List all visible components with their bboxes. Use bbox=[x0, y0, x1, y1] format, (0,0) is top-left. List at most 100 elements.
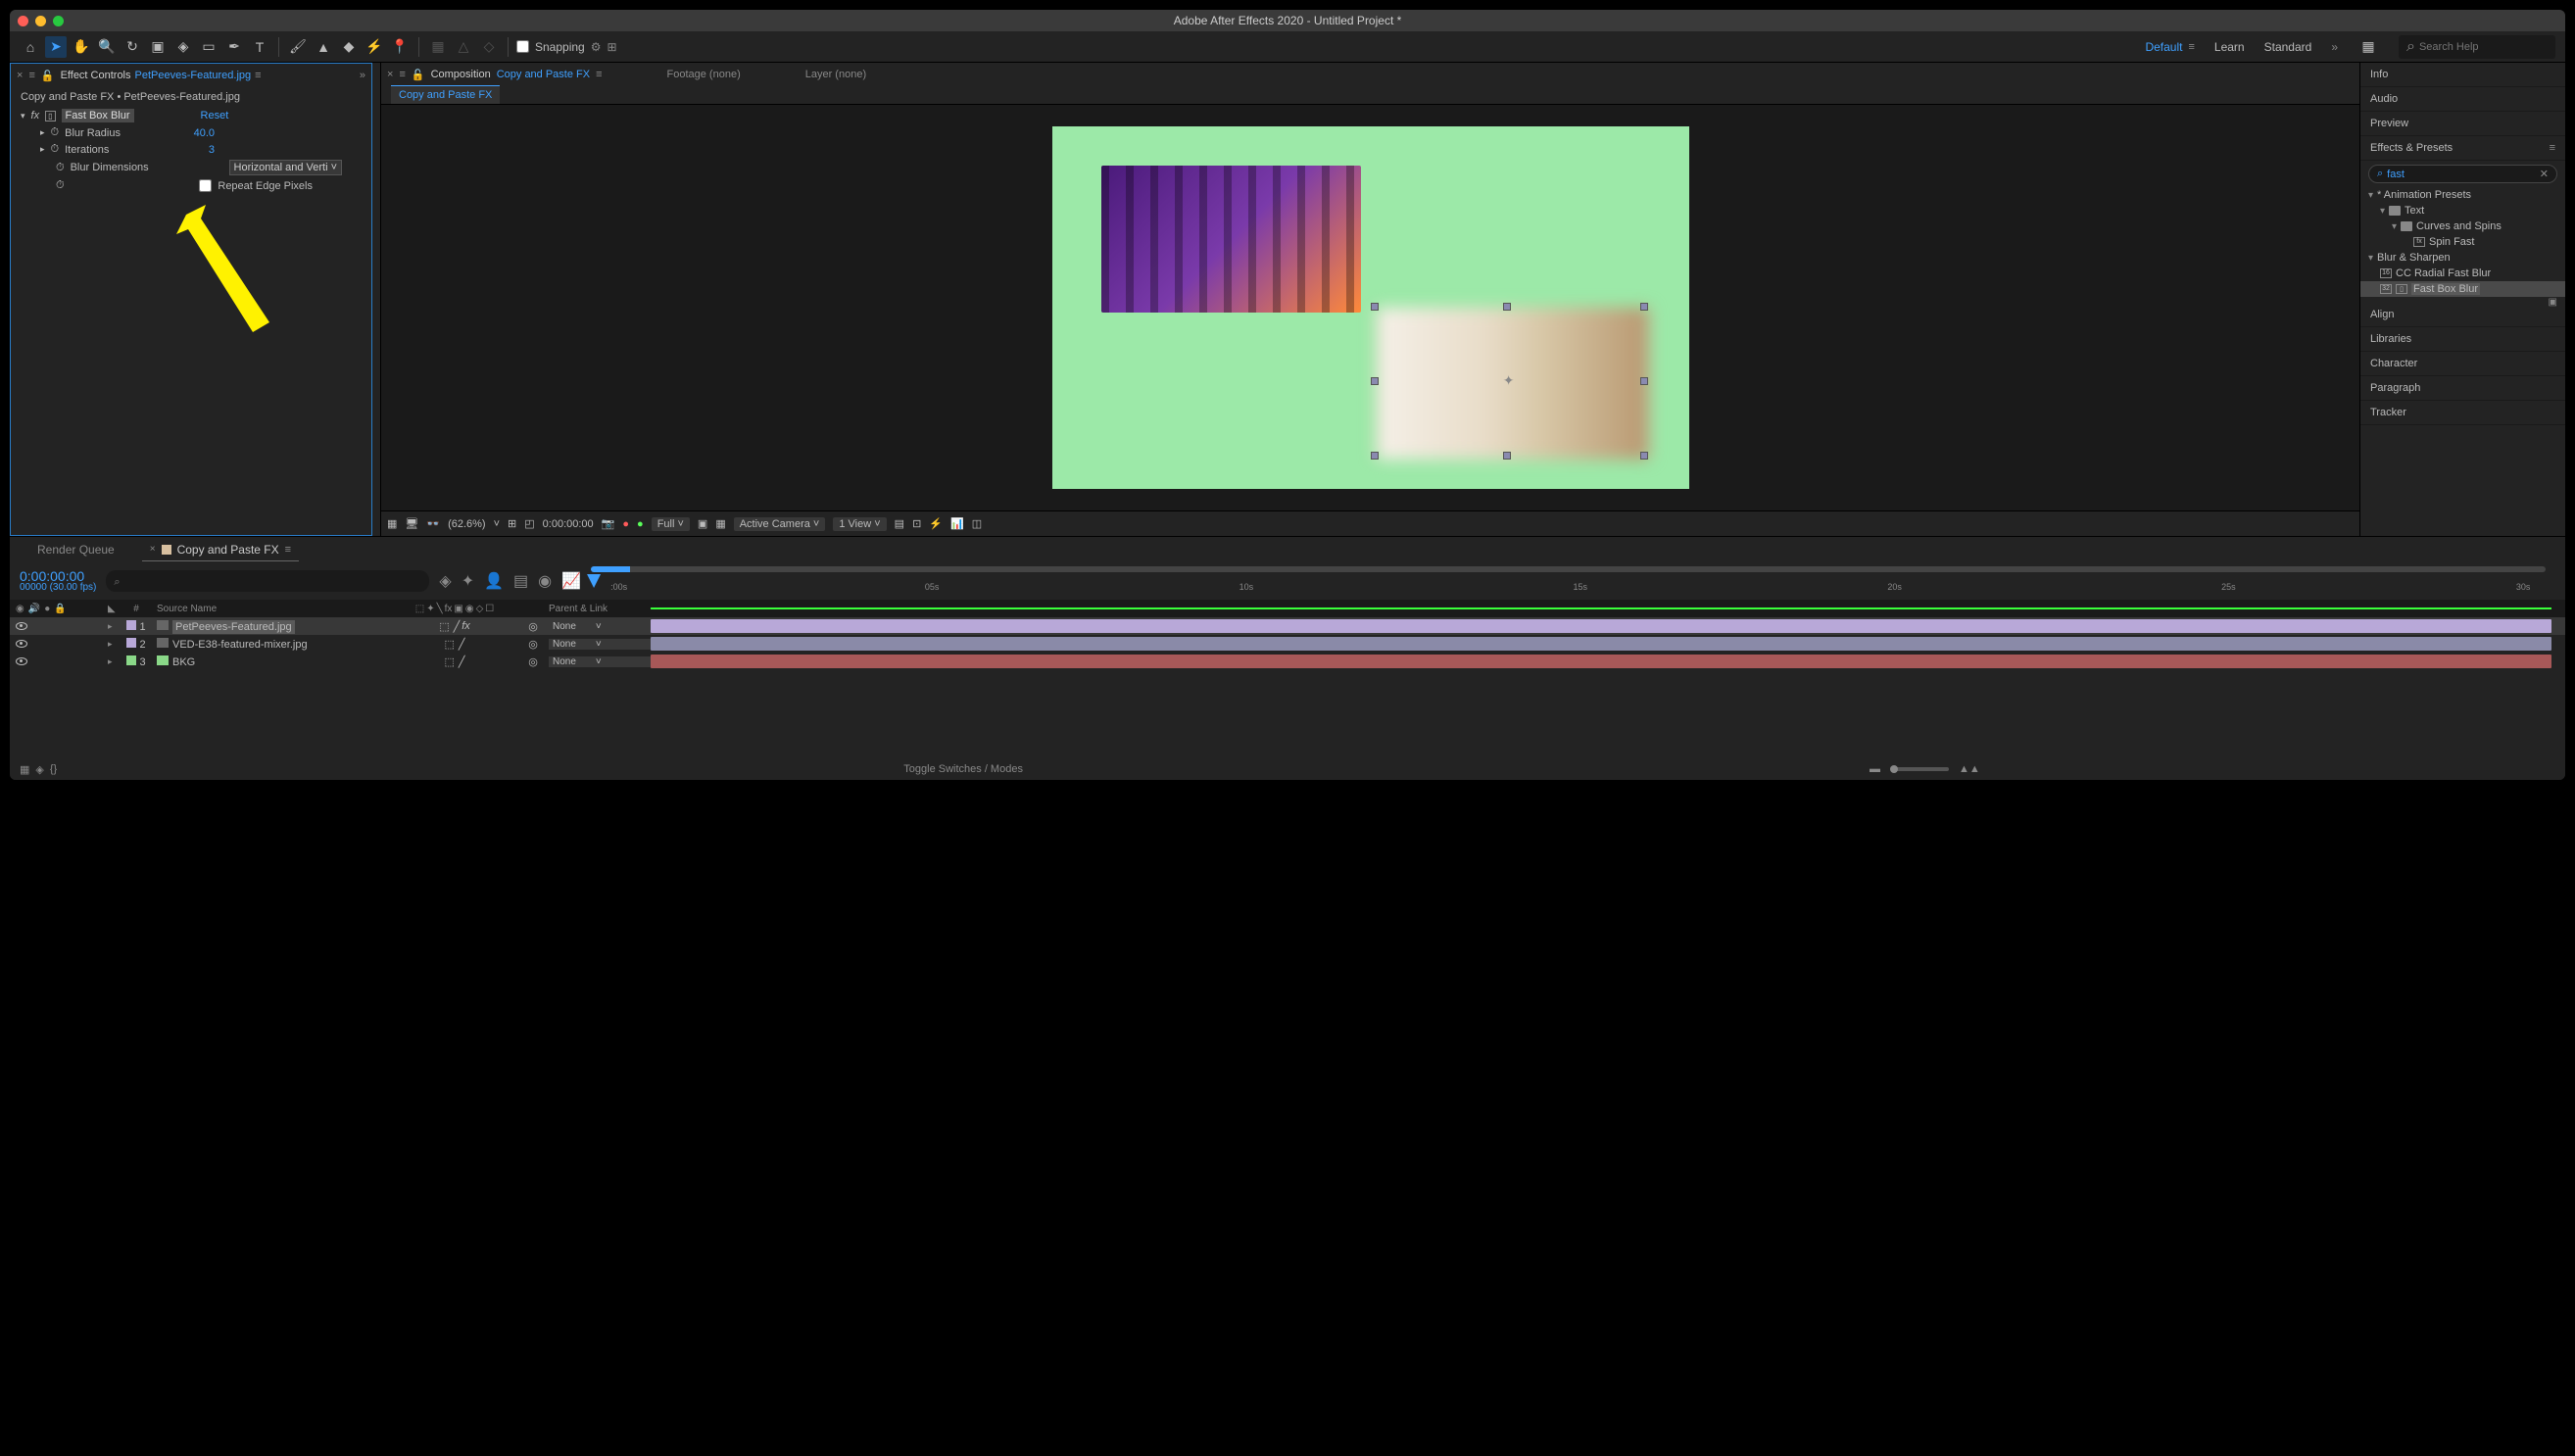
tracker-panel-header[interactable]: Tracker bbox=[2360, 401, 2565, 425]
maximize-button[interactable] bbox=[53, 16, 64, 26]
pen-tool-icon[interactable]: ✒ bbox=[223, 36, 245, 58]
snapping-toggle[interactable]: Snapping ⚙ ⊞ bbox=[516, 40, 617, 54]
eraser-tool-icon[interactable]: ◆ bbox=[338, 36, 360, 58]
reset-link[interactable]: Reset bbox=[201, 110, 229, 121]
zoom-out-icon[interactable]: ▬ bbox=[1870, 763, 1880, 775]
layer-color[interactable] bbox=[126, 655, 136, 665]
layer-bar[interactable] bbox=[651, 655, 2551, 668]
rectangle-tool-icon[interactable]: ▭ bbox=[198, 36, 219, 58]
tree-text-folder[interactable]: ▾ Text bbox=[2360, 203, 2565, 218]
panel-menu-icon[interactable]: ≡ bbox=[28, 70, 34, 81]
frame-blend-icon[interactable]: ◈ bbox=[35, 763, 43, 776]
composition-name[interactable]: Copy and Paste FX bbox=[497, 69, 590, 80]
frame-blend-icon[interactable]: ▤ bbox=[513, 571, 528, 591]
source-name-column[interactable]: Source Name bbox=[151, 604, 386, 614]
blur-dimensions-select[interactable]: Horizontal and Verti ˅ bbox=[229, 160, 342, 175]
timeline-icon[interactable]: 📊 bbox=[950, 517, 964, 530]
pin-tool-icon[interactable]: 📍 bbox=[389, 36, 411, 58]
viewer-timecode[interactable]: 0:00:00:00 bbox=[543, 518, 594, 530]
layer-row-1[interactable]: ▸ 1 PetPeeves-Featured.jpg ⬚╱fx ◎ None˅ bbox=[10, 617, 2565, 635]
stopwatch-icon[interactable]: ⏱ bbox=[56, 179, 65, 192]
lock-icon[interactable]: 🔓 bbox=[41, 70, 55, 82]
orbit-tool-icon[interactable]: ↻ bbox=[121, 36, 143, 58]
info-panel-header[interactable]: Info bbox=[2360, 63, 2565, 87]
search-help[interactable]: ⌕ bbox=[2399, 35, 2555, 59]
effects-search[interactable]: ⌕ ✕ bbox=[2368, 165, 2557, 183]
display-icon[interactable]: 🖥 bbox=[405, 517, 418, 530]
lock-col-icon[interactable]: 🔒 bbox=[54, 604, 66, 614]
tree-fast-box-blur[interactable]: 32 ▯ Fast Box Blur bbox=[2360, 281, 2565, 297]
visibility-toggle[interactable] bbox=[16, 640, 27, 648]
pickwhip-icon[interactable]: ◎ bbox=[528, 656, 538, 668]
repeat-edge-checkbox[interactable] bbox=[199, 179, 212, 192]
snapping-grid-icon[interactable]: ⊞ bbox=[607, 40, 616, 54]
render-queue-tab[interactable]: Render Queue bbox=[29, 539, 122, 560]
tab-menu-icon[interactable]: ≡ bbox=[285, 544, 291, 556]
close-tab-icon[interactable]: × bbox=[387, 69, 393, 80]
workspace-more-icon[interactable]: » bbox=[2331, 40, 2338, 54]
pan-behind-tool-icon[interactable]: ◈ bbox=[172, 36, 194, 58]
motion-blur-icon[interactable]: ◉ bbox=[538, 571, 552, 591]
channel-icon[interactable]: ● bbox=[622, 518, 629, 530]
effects-presets-header[interactable]: Effects & Presets ≡ bbox=[2360, 136, 2565, 161]
composition-subtab[interactable]: Copy and Paste FX bbox=[381, 86, 2359, 105]
timeline-comp-tab[interactable]: × Copy and Paste FX ≡ bbox=[142, 539, 299, 561]
effect-controls-tab[interactable]: Effect Controls PetPeeves-Featured.jpg ≡ bbox=[61, 70, 262, 81]
effect-name[interactable]: Fast Box Blur bbox=[62, 109, 134, 122]
visibility-toggle[interactable] bbox=[16, 622, 27, 630]
tree-blur-sharpen[interactable]: ▾ Blur & Sharpen bbox=[2360, 250, 2565, 266]
current-time[interactable]: 0:00:00:00 bbox=[20, 569, 96, 583]
view-options-icon[interactable]: ▤ bbox=[895, 517, 904, 530]
workspace-standard[interactable]: Standard bbox=[2264, 40, 2312, 54]
draft-3d-icon[interactable]: ✦ bbox=[462, 571, 474, 591]
timeline-search-input[interactable] bbox=[114, 576, 421, 588]
flowchart-icon[interactable]: ◫ bbox=[972, 517, 982, 530]
visibility-toggle[interactable] bbox=[16, 657, 27, 665]
tab-menu-icon[interactable]: ≡ bbox=[255, 70, 261, 81]
effect-header[interactable]: ▾ fx ▯ Fast Box Blur Reset bbox=[11, 107, 371, 124]
paragraph-panel-header[interactable]: Paragraph bbox=[2360, 376, 2565, 401]
pixel-aspect-icon[interactable]: ⊡ bbox=[912, 517, 921, 530]
iterations-value[interactable]: 3 bbox=[209, 144, 215, 156]
tab-menu-icon[interactable]: ≡ bbox=[596, 69, 602, 80]
tree-spin-fast[interactable]: fx Spin Fast bbox=[2360, 234, 2565, 250]
zoom-tool-icon[interactable]: 🔍 bbox=[96, 36, 118, 58]
workspace-learn[interactable]: Learn bbox=[2214, 40, 2245, 54]
layer-name[interactable]: VED-E38-featured-mixer.jpg bbox=[172, 639, 308, 651]
expand-icon[interactable]: ▸ bbox=[108, 639, 113, 649]
toggle-switches-modes[interactable]: Toggle Switches / Modes bbox=[903, 763, 1023, 775]
resolution-dropdown[interactable]: Full ˅ bbox=[652, 517, 690, 531]
tree-curves-spins[interactable]: ▾ Curves and Spins bbox=[2360, 218, 2565, 234]
view-count-dropdown[interactable]: 1 View ˅ bbox=[833, 517, 886, 531]
layer-bar[interactable] bbox=[651, 637, 2551, 651]
zoom-slider-handle[interactable] bbox=[1890, 765, 1898, 773]
parent-dropdown[interactable]: None˅ bbox=[549, 656, 651, 667]
zoom-percentage[interactable]: (62.6%) bbox=[448, 518, 486, 530]
pickwhip-icon[interactable]: ◎ bbox=[528, 621, 538, 633]
camera-tool-icon[interactable]: ▣ bbox=[147, 36, 169, 58]
brush-tool-icon[interactable]: 🖌 bbox=[287, 36, 309, 58]
composition-flowchart-icon[interactable]: ▦ bbox=[20, 763, 29, 776]
expand-icon[interactable]: ▸ bbox=[40, 144, 45, 155]
roi-icon[interactable]: ▣ bbox=[698, 517, 707, 530]
mask-icon[interactable]: 👓 bbox=[426, 517, 440, 530]
minimize-button[interactable] bbox=[35, 16, 46, 26]
tree-cc-radial[interactable]: 16 CC Radial Fast Blur bbox=[2360, 266, 2565, 281]
effects-search-input[interactable] bbox=[2387, 169, 2536, 180]
align-panel-header[interactable]: Align bbox=[2360, 303, 2565, 327]
safe-zones-icon[interactable]: ◰ bbox=[524, 517, 534, 530]
panel-menu-icon[interactable]: ≡ bbox=[2550, 142, 2555, 154]
composition-label[interactable]: Composition bbox=[431, 69, 491, 80]
fx-icon[interactable]: fx bbox=[31, 110, 40, 121]
tree-animation-presets[interactable]: ▾ * Animation Presets bbox=[2360, 187, 2565, 203]
parent-column[interactable]: Parent & Link bbox=[543, 604, 651, 614]
close-tab-icon[interactable]: × bbox=[17, 70, 23, 81]
parent-dropdown[interactable]: None˅ bbox=[549, 621, 651, 632]
audio-panel-header[interactable]: Audio bbox=[2360, 87, 2565, 112]
parent-dropdown[interactable]: None˅ bbox=[549, 639, 651, 650]
comp-mini-flowchart-icon[interactable]: ◈ bbox=[439, 571, 451, 591]
libraries-panel-header[interactable]: Libraries bbox=[2360, 327, 2565, 352]
hamburger-icon[interactable]: ≡ bbox=[2188, 41, 2194, 53]
layer-color[interactable] bbox=[126, 620, 136, 630]
type-tool-icon[interactable]: T bbox=[249, 36, 270, 58]
